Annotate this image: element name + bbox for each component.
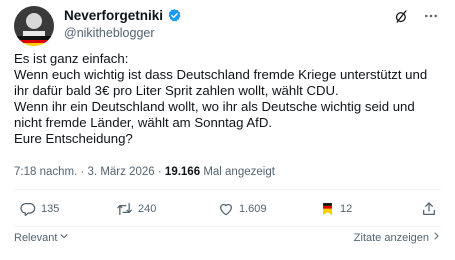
more-icon[interactable] xyxy=(423,8,439,24)
bookmark-icon xyxy=(320,201,335,217)
divider xyxy=(14,189,441,190)
meta-separator: · xyxy=(157,166,162,178)
chevron-down-icon xyxy=(59,231,69,244)
author-handle[interactable]: @nikitheblogger xyxy=(64,25,182,42)
repost-count: 240 xyxy=(138,203,157,215)
views-label: Mal angezeigt xyxy=(203,166,275,178)
post-line: Wenn euch wichtig ist dass Deutschland f… xyxy=(14,67,428,82)
grok-slash-icon[interactable] xyxy=(393,8,409,24)
divider xyxy=(14,226,441,227)
reply-button[interactable]: 135 xyxy=(20,201,59,217)
share-button[interactable] xyxy=(421,201,437,217)
share-icon xyxy=(421,201,437,217)
author-display-name[interactable]: Neverforgetniki xyxy=(64,7,163,24)
post-time[interactable]: 7:18 nachm. xyxy=(14,166,77,178)
tweet: Neverforgetniki @nikitheblogger Es ist g… xyxy=(0,0,455,260)
views-count: 19.166 xyxy=(164,166,201,178)
bookmark-button[interactable]: 12 xyxy=(320,201,352,217)
post-line: Es ist ganz einfach: xyxy=(14,51,129,66)
like-button[interactable]: 1.609 xyxy=(218,201,267,217)
post-line: Wenn ihr ein Deutschland wollt, wo ihr a… xyxy=(14,99,415,114)
sort-dropdown[interactable]: Relevant xyxy=(14,231,69,244)
reply-icon xyxy=(20,201,36,217)
header-actions xyxy=(393,8,439,24)
quotes-label: Zitate anzeigen xyxy=(353,231,429,244)
repost-icon xyxy=(116,201,133,217)
post-text: Es ist ganz einfach: Wenn euch wichtig i… xyxy=(14,51,444,147)
post-meta: 7:18 nachm. · 3. März 2026 · 19.166 Mal … xyxy=(14,166,275,178)
post-date[interactable]: 3. März 2026 xyxy=(88,166,155,178)
meta-separator: · xyxy=(80,166,85,178)
post-line: ihr dafür bald 3€ pro Liter Sprit zahlen… xyxy=(14,83,339,98)
post-line: nicht fremde Länder, wählt am Sonntag Af… xyxy=(14,115,273,130)
verified-badge-icon[interactable] xyxy=(167,8,182,23)
repost-button[interactable]: 240 xyxy=(116,201,156,217)
reply-count: 135 xyxy=(41,203,60,215)
view-quotes-link[interactable]: Zitate anzeigen xyxy=(354,231,441,244)
post-line: Eure Entscheidung? xyxy=(14,131,133,146)
author-name-row[interactable]: Neverforgetniki xyxy=(64,7,182,24)
bookmark-count: 12 xyxy=(340,203,353,215)
sort-label: Relevant xyxy=(14,231,58,244)
like-icon xyxy=(218,201,234,217)
author-block: Neverforgetniki @nikitheblogger xyxy=(64,7,182,42)
chevron-right-icon xyxy=(432,231,441,244)
replies-footer: Relevant Zitate anzeigen xyxy=(14,231,441,247)
avatar[interactable] xyxy=(14,6,54,46)
action-bar: 135 240 1.609 12 xyxy=(14,201,441,225)
like-count: 1.609 xyxy=(239,203,267,215)
avatar-image xyxy=(14,6,54,46)
